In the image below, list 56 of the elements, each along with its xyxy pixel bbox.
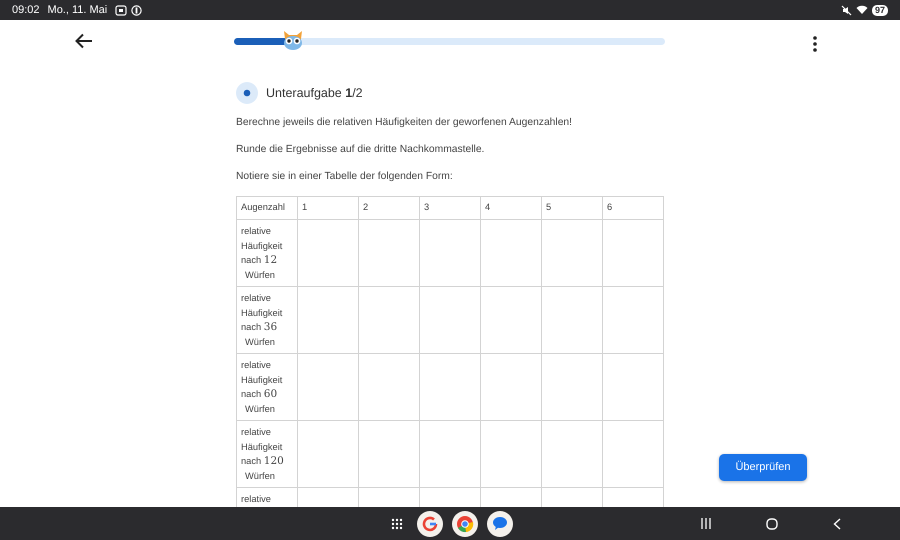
column-header-cell: 5 [542, 196, 602, 220]
table-cell [602, 354, 664, 420]
check-button[interactable]: Überprüfen [719, 454, 807, 481]
column-header-cell: 4 [480, 196, 542, 220]
coin-icon [131, 4, 142, 16]
table-cell [420, 354, 480, 420]
table-cell [358, 286, 420, 354]
table-cell [298, 286, 358, 354]
row-header-cell: Augenzahl [236, 196, 298, 220]
table-cell [298, 420, 358, 488]
row-header-cell: relative Häufigkeit nach 120 Würfen [236, 420, 298, 488]
colorful-g-app-icon[interactable] [417, 510, 443, 536]
table-cell [602, 286, 664, 354]
recent-apps-icon[interactable] [701, 518, 711, 529]
instruction-text: Notiere sie in einer Tabelle der folgenden Form: [236, 170, 454, 184]
table-cell [298, 354, 358, 420]
table-cell [542, 420, 602, 488]
browser-app-icon[interactable] [452, 510, 478, 536]
messages-app-icon[interactable] [487, 510, 513, 536]
battery-indicator: 97 [872, 4, 888, 16]
back-button[interactable] [74, 31, 94, 51]
column-header-cell: 6 [602, 196, 664, 220]
row-header-cell: relative Häufigkeit nach 60 Würfen [236, 354, 298, 420]
row-header-cell: relative Häufigkeit nach 12 Würfen [236, 220, 298, 286]
column-header-cell: 1 [298, 196, 358, 220]
subtask-title: Unteraufgabe 1/2 [266, 84, 363, 102]
table-cell [480, 420, 542, 488]
table-cell [358, 354, 420, 420]
instruction-text: Berechne jeweils die relativen Häufigkeiten der geworfenen Augenzahlen! [236, 116, 574, 130]
table-cell [480, 286, 542, 354]
table-cell [480, 354, 542, 420]
status-date: Mo., 11. Mai [48, 2, 108, 18]
home-icon[interactable] [766, 518, 778, 530]
table-cell [420, 286, 480, 354]
table-cell [602, 420, 664, 488]
step-indicator-icon [236, 82, 258, 104]
mute-icon [840, 4, 852, 16]
screenshot-icon [115, 4, 128, 16]
back-nav-icon[interactable] [833, 518, 841, 530]
table-cell [542, 220, 602, 286]
table-cell [358, 420, 420, 488]
table-cell [358, 220, 420, 286]
app-drawer-icon[interactable] [391, 518, 403, 530]
table-cell [298, 220, 358, 286]
table-cell [602, 220, 664, 286]
row-header-cell: relative Häufigkeit nach 36 Würfen [236, 286, 298, 354]
instruction-text: Runde die Ergebnisse auf die dritte Nachkommastelle. [236, 143, 486, 157]
table-cell [420, 420, 480, 488]
status-time: 09:02 [12, 2, 40, 18]
table-cell [542, 286, 602, 354]
column-header-cell: 2 [358, 196, 420, 220]
table-cell [542, 354, 602, 420]
wifi-icon [856, 5, 868, 15]
table-cell [480, 220, 542, 286]
table-cell [420, 220, 480, 286]
column-header-cell: 3 [420, 196, 480, 220]
